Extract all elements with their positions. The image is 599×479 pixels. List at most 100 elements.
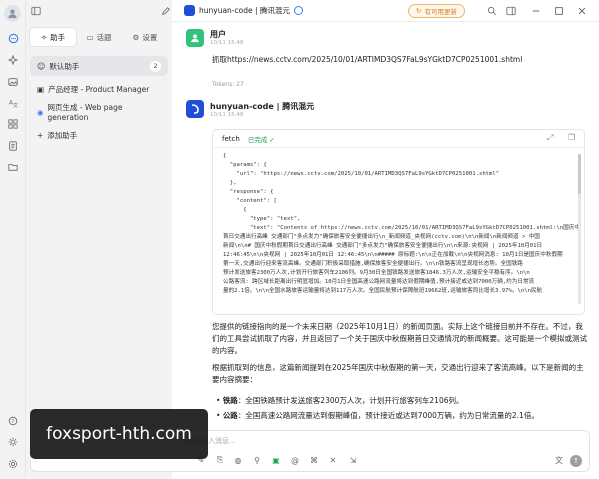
update-available-button[interactable]: ↻ 有可用更新 [408,4,465,18]
assistant-item-product-manager[interactable]: ▣ 产品经理 - Product Manager [30,79,168,99]
list-item-text: ：全国铁路预计发送旅客2300万人次，计划开行旅客列车2106列。 [237,396,464,405]
maximize-icon[interactable] [553,5,565,17]
list-item-label: 铁路 [222,396,238,405]
emoji-icon: ☺ [37,61,46,71]
code-line: "response": { [223,189,274,195]
gear-icon: ⚙ [132,32,140,42]
chat-main: hunyuan-code | 腾讯混元 ↻ 有可用更新 用户 10/11 15:… [172,0,599,479]
tool-call-header[interactable]: fetch 已完成 ✓ ⤢ ❐ [213,130,584,148]
expand-icon[interactable]: ⤢ [547,133,553,143]
tab-label: 设置 [142,32,158,42]
send-icon: ↑ [573,457,579,465]
assistant-item-default[interactable]: ☺ 默认助手 2 [30,56,168,76]
image-nav-icon[interactable] [6,75,20,89]
code-line: 第一天,交通出行迎来客流高峰。交通部门积极采取措施,确保旅客安全便捷出行。\n\… [223,261,523,267]
token-count: Tokens: 27 [212,81,244,88]
assistant-label: 默认助手 [49,61,80,71]
left-rail: A文 ? [0,0,26,479]
chat-nav-icon[interactable] [6,31,20,45]
mcp-icon[interactable]: ⌘ [309,455,319,465]
user-message-avatar [186,29,204,47]
user-message-text: 抓取https://news.cctv.com/2025/10/01/ARTIM… [212,55,523,64]
tab-label: 助手 [50,32,66,42]
image-gen-icon[interactable]: ▣ [271,455,281,465]
code-line: 公路客流: 跨区域长距离出行明显增加。10月1日全国高速公路网流量将达到假期峰值… [223,279,535,285]
code-line: "type": "text", [223,216,301,222]
model-logo-icon [184,5,195,16]
manager-icon: ▣ [37,84,45,94]
theme-icon[interactable] [6,435,20,449]
tab-settings[interactable]: ⚙ 设置 [122,28,168,46]
sparkle-icon: ✧ [40,32,48,42]
clear-icon[interactable]: ✕ [328,455,338,465]
svg-text:?: ? [11,419,14,425]
plus-icon: + [37,130,44,140]
model-name: hunyuan-code | 腾讯混元 [199,6,290,15]
mention-icon[interactable]: @ [290,455,300,465]
translate-nav-icon[interactable]: A文 [6,96,20,110]
code-line: 量的2.1倍。\n\n全国水路旅客运输量将达到117万人次。全国民航预计保障航班… [223,288,543,294]
attachment-icon[interactable]: ⎘ [215,455,225,465]
chat-icon: ▭ [86,32,94,42]
code-line: { [223,207,247,213]
code-line: 首日交通出行高峰 交通部门"多点发力"确保旅客安全便捷出行\n_新闻频道_央视网… [223,234,540,240]
model-selector[interactable]: hunyuan-code | 腾讯混元 [184,5,303,16]
layout-icon[interactable] [505,5,517,17]
folder-nav-icon[interactable] [6,160,20,174]
link-icon[interactable]: ⚲ [252,455,262,465]
reply-paragraph: 根据抓取到的信息，这篇新闻提到在2025年国庆中秋假期的第一天，交通出行迎来了客… [212,363,584,384]
tool-status: 已完成 ✓ [247,135,275,144]
code-line: "text": "Contents of https://news.cctv.c… [223,225,580,231]
help-icon[interactable]: ? [6,414,20,428]
code-line: 新闻\n\n# 国庆中秋假期首日交通出行高峰 交通部门"多点发力"确保旅客安全便… [223,243,543,249]
web-search-icon[interactable]: ◍ [233,455,243,465]
tool-response-code: { "params": { "url": "https://news.cctv.… [219,150,580,312]
tab-label: 话题 [96,32,112,42]
refresh-icon: ↻ [416,7,422,15]
code-line: }, [223,180,237,186]
code-line: 12:46:45\n\n央视网 | 2025年10月01日 12:46:45\n… [223,252,563,258]
sparkle-nav-icon[interactable] [6,53,20,67]
ai-name: hunyuan-code | 腾讯混元 [210,102,315,111]
code-line: "params": { [223,162,267,168]
ai-timestamp: 10/11 15:48 [210,112,244,118]
list-item: • 公路：全国高速公路网流量达到假期峰值，预计接近或达到7000万辆，约为日常流… [216,411,539,420]
collapse-icon[interactable]: ⇲ [348,455,358,465]
code-line: { [223,153,227,159]
sidebar-toggle-icon[interactable] [30,5,42,17]
new-chat-icon[interactable] [160,5,172,17]
user-avatar[interactable] [4,5,21,22]
ai-message-avatar [186,100,204,118]
web-icon: ◉ [37,107,44,117]
add-assistant-button[interactable]: + 添加助手 [30,125,168,145]
translate-icon[interactable]: 文 [554,455,564,465]
assistant-label: 网页生成 - Web page generation [47,103,123,122]
code-line: 预计发送旅客2300万人次,计划开行旅客列车2106列。9月30日全国铁路发送旅… [223,270,530,276]
apps-nav-icon[interactable] [6,117,20,131]
code-scrollbar[interactable] [578,154,581,304]
panel-tabs: ✧ 助手 ▭ 话题 ⚙ 设置 [30,28,168,46]
user-timestamp: 10/11 15:48 [210,40,244,46]
code-line: "content": [ [223,198,277,204]
search-icon[interactable] [486,5,498,17]
list-item: • 铁路：全国铁路预计发送旅客2300万人次，计划开行旅客列车2106列。 [216,396,464,405]
tool-name: fetch [222,134,240,143]
minimize-icon[interactable] [530,5,542,17]
tab-assistants[interactable]: ✧ 助手 [30,28,76,46]
close-icon[interactable] [576,5,588,17]
assistant-label: 添加助手 [47,130,78,140]
svg-text:文: 文 [13,102,18,108]
assistant-item-web-generation[interactable]: ◉ 网页生成 - Web page generation [30,102,168,122]
settings-icon[interactable] [6,457,20,471]
copy-icon[interactable]: ❐ [568,133,575,142]
notes-nav-icon[interactable] [6,139,20,153]
list-item-label: 公路 [222,411,238,420]
update-label: 有可用更新 [424,8,457,16]
tool-call-block: fetch 已完成 ✓ ⤢ ❐ { "params": { "url": "ht… [212,129,585,315]
globe-icon [293,6,303,15]
tab-topics[interactable]: ▭ 话题 [76,28,122,46]
assistants-panel: ✧ 助手 ▭ 话题 ⚙ 设置 ☺ 默认助手 2 ▣ 产品经理 - Product… [26,0,172,479]
send-button[interactable]: ↑ [570,455,582,467]
user-name: 用户 [210,30,226,39]
chat-topbar: hunyuan-code | 腾讯混元 ↻ 有可用更新 [172,0,599,22]
